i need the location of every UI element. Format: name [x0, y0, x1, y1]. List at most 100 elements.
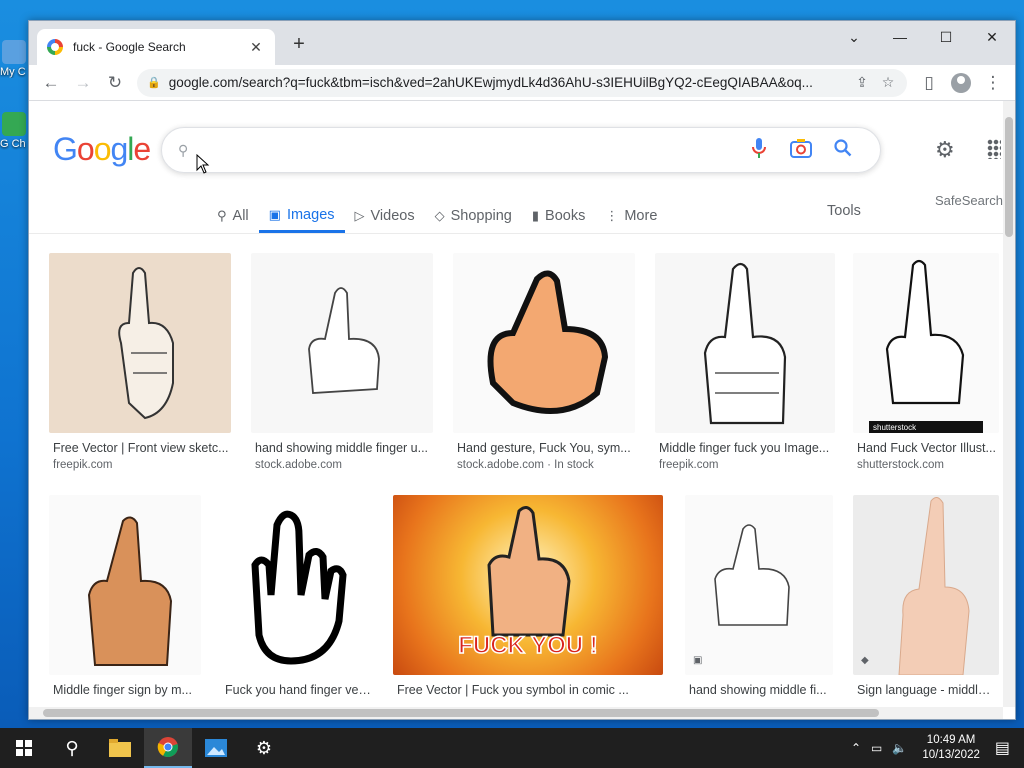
horizontal-scrollbar[interactable]: [29, 707, 1003, 719]
scrollbar-thumb[interactable]: [1005, 117, 1013, 237]
hand-sketch-image: [118, 267, 174, 420]
result-title[interactable]: Hand Fuck Vector Illust...: [857, 441, 997, 455]
result-title[interactable]: Free Vector | Front view sketc...: [53, 441, 229, 455]
result-title[interactable]: Middle finger fuck you Image...: [659, 441, 831, 455]
desktop-icon-my-computer[interactable]: My C: [0, 40, 28, 78]
image-result-card[interactable]: shutterstock Hand Fuck Vector Illust... …: [853, 253, 999, 478]
side-panel-icon[interactable]: ▯: [913, 69, 945, 97]
result-thumbnail[interactable]: FUCK YOU !: [393, 495, 663, 675]
result-source[interactable]: freepik.com: [659, 459, 831, 471]
search-submit-icon[interactable]: [822, 138, 864, 162]
line-hand-image: [714, 524, 790, 626]
profile-avatar-icon[interactable]: [951, 72, 971, 93]
maximize-button[interactable]: ☐: [923, 21, 969, 53]
volume-icon[interactable]: 🔈: [892, 741, 907, 755]
tools-button[interactable]: Tools: [827, 203, 861, 219]
tab-label: More: [624, 208, 658, 224]
scrollbar-thumb[interactable]: [43, 709, 879, 717]
tab-all[interactable]: ⚲ All: [207, 199, 259, 233]
divider: [29, 233, 1003, 234]
new-tab-button[interactable]: +: [287, 33, 311, 56]
image-result-card[interactable]: hand showing middle finger u... stock.ad…: [251, 253, 433, 478]
address-bar[interactable]: 🔒 google.com/search?q=fuck&tbm=isch&ved=…: [137, 68, 907, 97]
chrome-menu-icon[interactable]: ⋮: [977, 69, 1009, 97]
chrome-icon[interactable]: [144, 728, 192, 768]
result-thumbnail[interactable]: [221, 495, 373, 675]
safesearch-link[interactable]: SafeSearch: [935, 193, 1003, 208]
share-icon[interactable]: ⇪: [849, 74, 875, 91]
image-result-card[interactable]: Middle finger sign by m...: [49, 495, 201, 707]
back-button[interactable]: ←: [35, 69, 67, 97]
tab-label: Videos: [370, 208, 415, 224]
minimize-button[interactable]: —: [877, 21, 923, 53]
image-result-card[interactable]: Fuck you hand finger vec...: [221, 495, 373, 707]
fuck-you-text: FUCK YOU !: [458, 632, 598, 659]
image-result-card[interactable]: Hand gesture, Fuck You, sym... stock.ado…: [453, 253, 635, 478]
lock-icon[interactable]: 🔒: [147, 76, 161, 89]
browser-tab[interactable]: fuck - Google Search ✕: [37, 29, 275, 65]
engraved-hand-image: [703, 262, 787, 425]
result-title[interactable]: hand showing middle fi...: [689, 683, 831, 697]
start-button[interactable]: [0, 728, 48, 768]
url-text[interactable]: google.com/search?q=fuck&tbm=isch&ved=2a…: [169, 75, 849, 90]
search-icon: ⚲: [178, 141, 189, 158]
image-icon: ▣: [268, 206, 281, 222]
result-source[interactable]: shutterstock.com: [857, 459, 997, 471]
result-source[interactable]: stock.adobe.com · In stock: [457, 459, 633, 471]
microphone-icon[interactable]: [738, 137, 780, 163]
computer-icon: [2, 40, 26, 64]
close-tab-icon[interactable]: ✕: [247, 39, 265, 56]
result-title[interactable]: Hand gesture, Fuck You, sym...: [457, 441, 633, 455]
search-icon[interactable]: ⚲: [48, 728, 96, 768]
network-icon[interactable]: ▭: [871, 741, 882, 755]
image-result-card[interactable]: Middle finger fuck you Image... freepik.…: [655, 253, 835, 478]
result-thumbnail[interactable]: [655, 253, 835, 433]
result-thumbnail[interactable]: [49, 253, 231, 433]
notifications-icon[interactable]: ▤: [995, 738, 1010, 758]
tab-books[interactable]: ▮ Books: [522, 199, 595, 233]
bookmark-star-icon[interactable]: ☆: [875, 74, 901, 91]
file-explorer-icon[interactable]: [96, 728, 144, 768]
result-thumbnail[interactable]: ◆: [853, 495, 999, 675]
bold-outline-hand-image: [251, 510, 347, 665]
result-thumbnail[interactable]: [453, 253, 635, 433]
taskbar: ⚲ ⚙ ⌃ ▭ 🔈 10:49 AM 10/13/2022 ▤: [0, 728, 1024, 768]
result-thumbnail[interactable]: [49, 495, 201, 675]
tab-title: fuck - Google Search: [73, 40, 186, 54]
clock[interactable]: 10:49 AM 10/13/2022: [922, 733, 980, 763]
settings-gear-icon[interactable]: ⚙: [935, 137, 955, 163]
result-title[interactable]: Free Vector | Fuck you symbol in comic .…: [397, 683, 661, 697]
google-logo[interactable]: Google: [53, 131, 151, 168]
google-apps-icon[interactable]: [987, 139, 1001, 159]
settings-gear-icon[interactable]: ⚙: [240, 728, 288, 768]
reload-button[interactable]: ↻: [99, 69, 131, 97]
tab-images[interactable]: ▣ Images: [258, 199, 345, 233]
logo-letter: g: [110, 131, 128, 167]
chevron-up-icon[interactable]: ⌃: [851, 741, 861, 755]
result-title[interactable]: Middle finger sign by m...: [53, 683, 199, 697]
result-source[interactable]: freepik.com: [53, 459, 229, 471]
desktop-icon-chrome[interactable]: G Ch: [0, 112, 28, 150]
forward-button[interactable]: →: [67, 69, 99, 97]
image-result-card[interactable]: ◆ Sign language - middle ...: [853, 495, 999, 707]
vertical-scrollbar[interactable]: [1003, 101, 1015, 707]
image-result-card[interactable]: FUCK YOU ! Free Vector | Fuck you symbol…: [393, 495, 663, 707]
tab-videos[interactable]: ▷ Videos: [345, 199, 425, 233]
result-title[interactable]: Sign language - middle ...: [857, 683, 997, 697]
result-title[interactable]: hand showing middle finger u...: [255, 441, 431, 455]
image-result-card[interactable]: Free Vector | Front view sketc... freepi…: [49, 253, 231, 478]
camera-lens-icon[interactable]: [780, 138, 822, 163]
tab-shopping[interactable]: ◇ Shopping: [425, 199, 522, 233]
result-title[interactable]: Fuck you hand finger vec...: [225, 683, 371, 697]
result-thumbnail[interactable]: shutterstock: [853, 253, 999, 433]
image-result-card[interactable]: ▣ hand showing middle fi...: [685, 495, 833, 707]
result-source[interactable]: stock.adobe.com: [255, 459, 431, 471]
tab-more[interactable]: ⋮ More: [595, 199, 667, 233]
window-controls: ⌄ — ☐ ✕: [831, 21, 1015, 53]
close-window-button[interactable]: ✕: [969, 21, 1015, 53]
tab-search-icon[interactable]: ⌄: [831, 21, 877, 53]
result-thumbnail[interactable]: ▣: [685, 495, 833, 675]
search-input[interactable]: [198, 130, 738, 170]
result-thumbnail[interactable]: [251, 253, 433, 433]
photos-app-icon[interactable]: [192, 728, 240, 768]
